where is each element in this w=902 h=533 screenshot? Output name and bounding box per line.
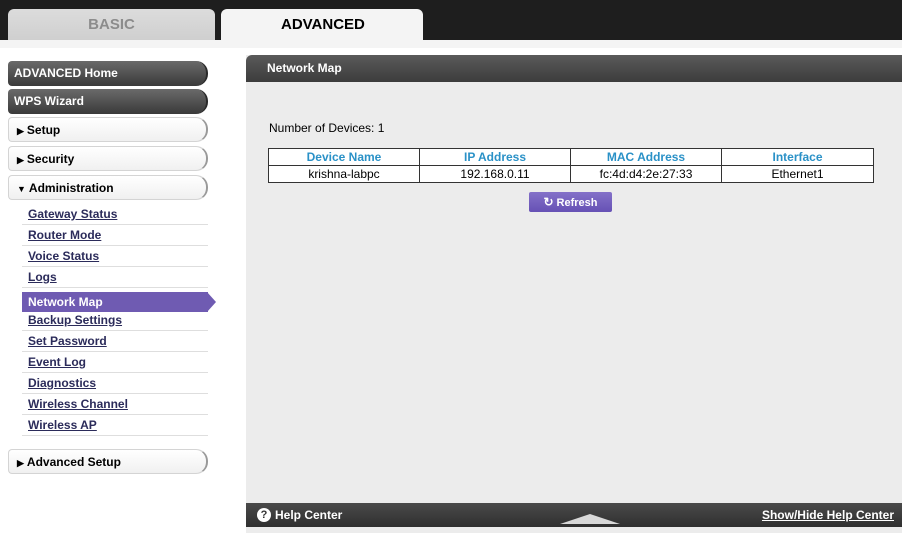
menu-logs[interactable]: Logs (22, 267, 208, 288)
triangle-down-icon: ▼ (17, 184, 26, 194)
menu-event-log[interactable]: Event Log (22, 352, 208, 373)
tab-basic[interactable]: BASIC (8, 9, 215, 40)
page-title: Network Map (246, 55, 902, 82)
menu-router-mode[interactable]: Router Mode (22, 225, 208, 246)
refresh-button[interactable]: ↻ Refresh (529, 192, 612, 212)
setup-menu[interactable]: ▶ Setup (8, 117, 208, 142)
help-center-label: Help Center (275, 508, 343, 522)
administration-menu[interactable]: ▼ Administration (8, 175, 208, 200)
advanced-home-button[interactable]: ADVANCED Home (8, 61, 208, 86)
triangle-right-icon: ▶ (17, 155, 24, 165)
help-center-bar: ? Help Center Show/Hide Help Center (246, 503, 902, 527)
cell-device-name: krishna-labpc (268, 165, 420, 183)
menu-backup-settings[interactable]: Backup Settings (22, 310, 208, 331)
tab-advanced[interactable]: ADVANCED (221, 9, 423, 40)
tab-underline (0, 40, 902, 48)
menu-set-password[interactable]: Set Password (22, 331, 208, 352)
device-table: Device Name IP Address MAC Address Inter… (268, 148, 874, 183)
menu-gateway-status[interactable]: Gateway Status (22, 204, 208, 225)
menu-diagnostics[interactable]: Diagnostics (22, 373, 208, 394)
cell-interface: Ethernet1 (721, 165, 874, 183)
menu-network-map[interactable]: Network Map (22, 292, 208, 312)
menu-voice-status[interactable]: Voice Status (22, 246, 208, 267)
table-header-row: Device Name IP Address MAC Address Inter… (268, 148, 874, 166)
administration-label: Administration (28, 181, 114, 195)
menu-wireless-ap[interactable]: Wireless AP (22, 415, 208, 436)
advanced-setup-label: Advanced Setup (26, 455, 121, 469)
active-pointer (207, 292, 216, 312)
help-icon: ? (257, 508, 271, 522)
col-mac-address: MAC Address (570, 148, 722, 166)
show-hide-help-link[interactable]: Show/Hide Help Center (762, 503, 894, 527)
table-row: krishna-labpc 192.168.0.11 fc:4d:d4:2e:2… (268, 165, 874, 183)
device-count: Number of Devices: 1 (269, 121, 385, 135)
advanced-setup-menu[interactable]: ▶ Advanced Setup (8, 449, 208, 474)
cell-ip-address: 192.168.0.11 (419, 165, 571, 183)
col-ip-address: IP Address (419, 148, 571, 166)
triangle-right-icon: ▶ (17, 458, 24, 468)
cell-mac-address: fc:4d:d4:2e:27:33 (570, 165, 722, 183)
col-interface: Interface (721, 148, 874, 166)
refresh-icon: ↻ (543, 195, 554, 209)
expand-triangle-icon[interactable] (560, 514, 620, 524)
security-label: Security (26, 152, 75, 166)
col-device-name: Device Name (268, 148, 420, 166)
wps-wizard-button[interactable]: WPS Wizard (8, 89, 208, 114)
refresh-label: Refresh (556, 197, 598, 209)
setup-label: Setup (26, 123, 61, 137)
security-menu[interactable]: ▶ Security (8, 146, 208, 171)
menu-wireless-channel[interactable]: Wireless Channel (22, 394, 208, 415)
triangle-right-icon: ▶ (17, 126, 24, 136)
